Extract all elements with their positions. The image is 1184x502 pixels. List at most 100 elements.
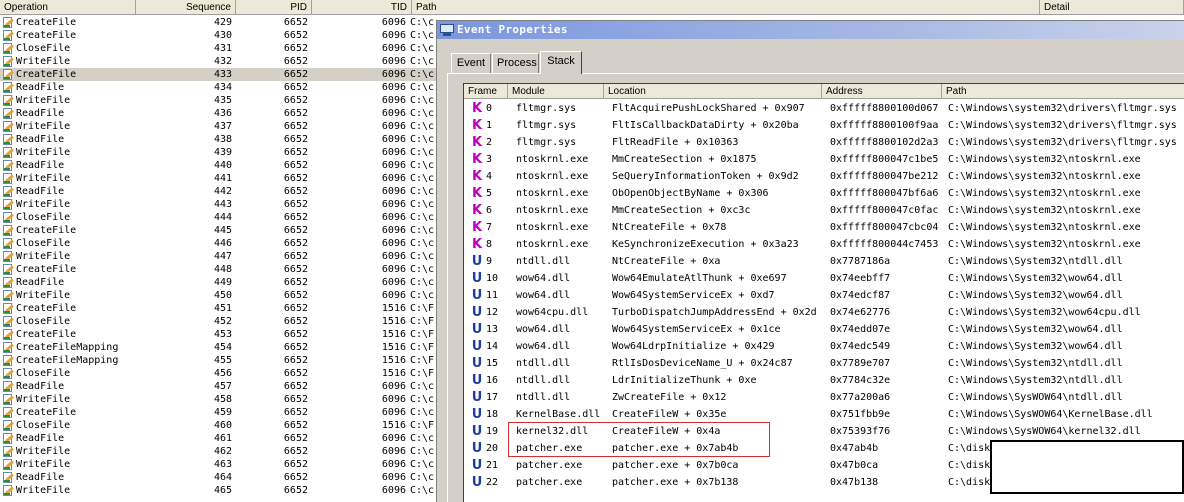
event-tid: 6096 (381, 186, 406, 197)
stack-frame-row[interactable]: U 13 wow64.dll Wow64SystemServiceEx + 0x1ce… (464, 321, 1184, 338)
stack-frame-row[interactable]: K 7 ntoskrnl.exe NtCreateFile + 0x78 0xfffff… (464, 219, 1184, 236)
stack-frame-row[interactable]: K 2 fltmgr.sys FltReadFile + 0x10363 0xfffff… (464, 134, 1184, 151)
event-sequence: 443 (213, 199, 232, 210)
stack-frame-row[interactable]: K 4 ntoskrnl.exe SeQueryInformationToken + … (464, 168, 1184, 185)
event-path: C:\c (410, 95, 435, 106)
user-mode-icon: U (471, 390, 483, 405)
frame-number: 18 (486, 409, 499, 420)
stack-frame-row[interactable]: K 0 fltmgr.sys FltAcquirePushLockShared + 0… (464, 100, 1184, 117)
event-pid: 6652 (283, 394, 308, 405)
event-pid: 6652 (283, 95, 308, 106)
event-pid: 6652 (283, 134, 308, 145)
stack-frame-row[interactable]: U 14 wow64.dll Wow64LdrpInitialize + 0x429 0… (464, 338, 1184, 355)
stack-column-path[interactable]: Path (942, 84, 1184, 99)
event-sequence: 448 (213, 264, 232, 275)
frame-address: 0x7787186a (830, 256, 891, 267)
event-sequence: 438 (213, 134, 232, 145)
frame-address: 0xfffff8800100f9aa (830, 120, 939, 131)
user-mode-icon: U (471, 305, 483, 320)
stack-frame-row[interactable]: U 19 kernel32.dll CreateFileW + 0x4a 0x75393… (464, 423, 1184, 440)
event-operation: ReadFile (16, 433, 65, 444)
tab-stack[interactable]: Stack (540, 51, 582, 74)
frame-location: patcher.exe + 0x7b138 (612, 477, 739, 488)
stack-frame-row[interactable]: K 6 ntoskrnl.exe MmCreateSection + 0xc3c 0xf… (464, 202, 1184, 219)
event-sequence: 463 (213, 459, 232, 470)
stack-frame-row[interactable]: U 15 ntdll.dll RtlIsDosDeviceName_U + 0x24c… (464, 355, 1184, 372)
tab-process[interactable]: Process (492, 53, 539, 73)
stack-frame-row[interactable]: U 11 wow64.dll Wow64SystemServiceEx + 0xd7 0… (464, 287, 1184, 304)
file-operation-icon (2, 303, 14, 314)
frame-module: wow64.dll (516, 290, 571, 301)
frame-path: C:\Windows\System32\wow64.dll (948, 341, 1123, 352)
event-path: C:\c (410, 472, 435, 483)
frame-address: 0xfffff8800102d2a3 (830, 137, 939, 148)
event-path: C:\c (410, 459, 435, 470)
stack-frame-row[interactable]: K 1 fltmgr.sys FltIsCallbackDataDirty + 0x2… (464, 117, 1184, 134)
event-tid: 6096 (381, 394, 406, 405)
stack-frame-row[interactable]: U 18 KernelBase.dll CreateFileW + 0x35e 0x75… (464, 406, 1184, 423)
column-header-pid[interactable]: PID (236, 0, 312, 15)
frame-address: 0x75393f76 (830, 426, 891, 437)
event-operation: CloseFile (16, 238, 71, 249)
frame-number: 8 (486, 239, 493, 250)
event-pid: 6652 (283, 329, 308, 340)
stack-frame-row[interactable]: U 16 ntdll.dll LdrInitializeThunk + 0xe 0x77… (464, 372, 1184, 389)
event-tid: 6096 (381, 264, 406, 275)
frame-module: patcher.exe (516, 443, 583, 454)
tab-event[interactable]: Event (451, 53, 491, 73)
dialog-title-bar[interactable]: Event Properties (437, 21, 1184, 39)
event-tid: 6096 (381, 147, 406, 158)
frame-location: Wow64SystemServiceEx + 0xd7 (612, 290, 775, 301)
stack-frame-row[interactable]: U 17 ntdll.dll ZwCreateFile + 0x12 0x77a200a… (464, 389, 1184, 406)
stack-frame-row[interactable]: K 3 ntoskrnl.exe MmCreateSection + 0x1875 0x… (464, 151, 1184, 168)
stack-frame-row[interactable]: K 5 ntoskrnl.exe ObOpenObjectByName + 0x306… (464, 185, 1184, 202)
event-tid: 6096 (381, 212, 406, 223)
event-path: C:\c (410, 264, 435, 275)
event-operation: CreateFile (16, 407, 77, 418)
frame-module: ntoskrnl.exe (516, 188, 589, 199)
stack-frame-row[interactable]: U 12 wow64cpu.dll TurboDispatchJumpAddressE… (464, 304, 1184, 321)
event-path: C:\c (410, 121, 435, 132)
stack-frame-row[interactable]: K 8 ntoskrnl.exe KeSynchronizeExecution + 0… (464, 236, 1184, 253)
event-operation: CloseFile (16, 420, 71, 431)
event-sequence: 431 (213, 43, 232, 54)
column-header-operation[interactable]: Operation (0, 0, 136, 15)
event-sequence: 437 (213, 121, 232, 132)
frame-number: 10 (486, 273, 499, 284)
stack-frame-row[interactable]: U 10 wow64.dll Wow64EmulateAtlThunk + 0xe69… (464, 270, 1184, 287)
file-operation-icon (2, 95, 14, 106)
stack-list-header: Frame Module Location Address Path (464, 84, 1184, 99)
frame-module: ntoskrnl.exe (516, 171, 589, 182)
event-sequence: 434 (213, 82, 232, 93)
frame-location: FltAcquirePushLockShared + 0x907 (612, 103, 805, 114)
stack-column-location[interactable]: Location (604, 84, 822, 99)
file-operation-icon (2, 43, 14, 54)
event-tid: 1516 (381, 303, 406, 314)
event-operation: WriteFile (16, 394, 71, 405)
event-pid: 6652 (283, 69, 308, 80)
file-operation-icon (2, 108, 14, 119)
event-sequence: 446 (213, 238, 232, 249)
event-tid: 6096 (381, 56, 406, 67)
file-operation-icon (2, 56, 14, 67)
stack-frame-row[interactable]: U 9 ntdll.dll NtCreateFile + 0xa 0x7787186a C… (464, 253, 1184, 270)
file-operation-icon (2, 472, 14, 483)
event-pid: 6652 (283, 420, 308, 431)
stack-column-frame[interactable]: Frame (464, 84, 508, 99)
column-header-tid[interactable]: TID (312, 0, 412, 15)
stack-column-module[interactable]: Module (508, 84, 604, 99)
frame-number: 6 (486, 205, 493, 216)
column-header-detail[interactable]: Detail (1040, 0, 1184, 15)
frame-path: C:\Windows\System32\ntdll.dll (948, 358, 1123, 369)
frame-address: 0xfffff800047cbc04 (830, 222, 939, 233)
frame-module: patcher.exe (516, 460, 583, 471)
frame-location: ZwCreateFile + 0x12 (612, 392, 727, 403)
stack-column-address[interactable]: Address (822, 84, 942, 99)
frame-number: 22 (486, 477, 499, 488)
event-sequence: 435 (213, 95, 232, 106)
file-operation-icon (2, 186, 14, 197)
event-pid: 6652 (283, 82, 308, 93)
column-header-path[interactable]: Path (412, 0, 1040, 15)
frame-location: CreateFileW + 0x4a (612, 426, 721, 437)
column-header-sequence[interactable]: Sequence (136, 0, 236, 15)
